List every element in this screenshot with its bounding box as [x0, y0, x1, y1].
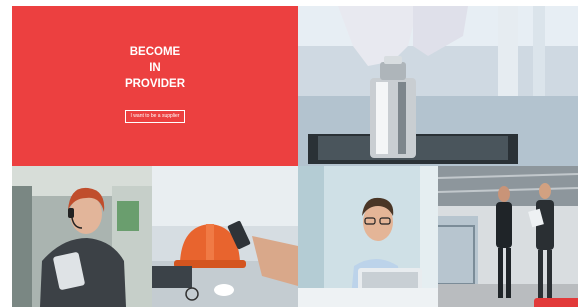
warehouse-workers-photo — [438, 166, 578, 307]
become-provider-title: BECOME IN PROVIDER — [125, 44, 185, 92]
precision-weight-photo — [298, 6, 578, 166]
man-with-laptop-photo — [298, 166, 438, 307]
call-center-worker-photo — [12, 166, 152, 307]
title-line-1: BECOME — [129, 46, 181, 58]
image-grid: BECOME IN PROVIDER I want to be a suppli… — [12, 6, 578, 307]
title-line-3: PROVIDER — [124, 78, 186, 90]
become-supplier-button[interactable]: I want to be a supplier — [124, 110, 186, 123]
title-line-2: IN — [149, 62, 161, 74]
hard-hat-desk-photo — [152, 166, 298, 307]
chat-badge[interactable] — [534, 298, 578, 307]
become-provider-panel: BECOME IN PROVIDER I want to be a suppli… — [12, 6, 298, 166]
